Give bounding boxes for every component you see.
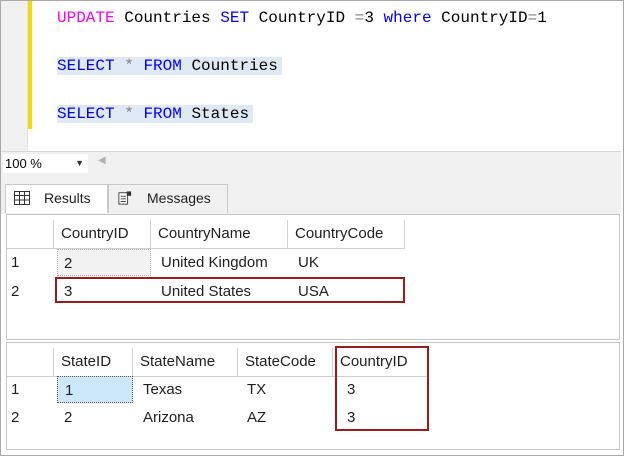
table-name: Countries xyxy=(124,9,211,27)
operator: = xyxy=(527,9,538,27)
table-cell[interactable]: United Kingdom xyxy=(161,249,268,276)
zoom-dropdown[interactable]: 100 % ▼ xyxy=(3,154,88,173)
zoom-value: 100 % xyxy=(5,156,42,171)
value: 3 xyxy=(364,9,374,27)
column-header-label: CountryID xyxy=(61,225,129,242)
highlight-box xyxy=(55,277,405,303)
column-header-label: CountryCode xyxy=(295,225,384,242)
table-cell[interactable]: TX xyxy=(247,376,266,403)
column-name: CountryID xyxy=(258,9,346,27)
column-header[interactable]: StateID xyxy=(54,348,133,377)
operator: = xyxy=(354,9,365,27)
results-grid-states[interactable]: StateID StateName StateCode CountryID 1 … xyxy=(6,342,620,450)
results-tabs: Results Messages xyxy=(1,176,621,214)
table-cell-selected[interactable]: 1 xyxy=(57,376,133,403)
tab-messages-label: Messages xyxy=(147,190,211,206)
value: 1 xyxy=(537,9,547,27)
tab-results-label: Results xyxy=(44,190,91,206)
column-name: CountryID xyxy=(441,9,528,27)
row-number[interactable]: 2 xyxy=(11,409,19,426)
table-name: Countries xyxy=(191,57,278,75)
chevron-down-icon[interactable]: ▼ xyxy=(75,154,84,173)
grid-icon xyxy=(14,191,30,205)
editor-gutter xyxy=(1,1,28,151)
row-number[interactable]: 2 xyxy=(11,283,19,300)
code-line-3[interactable]: SELECT * FROM States xyxy=(57,103,254,125)
keyword-from: FROM xyxy=(143,57,182,75)
table-cell[interactable]: UK xyxy=(298,249,319,276)
query-editor[interactable]: UPDATE Countries SET CountryID =3 where … xyxy=(1,1,621,151)
table-cell[interactable]: Texas xyxy=(143,376,182,403)
column-header[interactable]: CountryName xyxy=(151,220,288,249)
table-name: States xyxy=(191,105,250,123)
column-header-label: StateName xyxy=(140,353,216,370)
grid-corner[interactable] xyxy=(7,348,54,377)
table-cell[interactable]: 2 xyxy=(64,404,72,431)
scroll-left-icon[interactable]: ◀ xyxy=(98,155,106,166)
row-number[interactable]: 1 xyxy=(11,254,19,271)
highlight-box xyxy=(335,346,429,431)
column-header[interactable]: StateCode xyxy=(238,348,333,377)
keyword-select: SELECT xyxy=(57,57,115,75)
code-line-1[interactable]: UPDATE Countries SET CountryID =3 where … xyxy=(57,7,547,29)
change-marker xyxy=(28,1,32,129)
grid-corner[interactable] xyxy=(7,220,54,249)
keyword-where: where xyxy=(383,9,432,27)
column-header[interactable]: StateName xyxy=(133,348,238,377)
keyword-select: SELECT xyxy=(57,105,115,123)
table-cell[interactable]: AZ xyxy=(247,404,266,431)
column-header[interactable]: CountryID xyxy=(54,220,151,249)
tab-messages[interactable]: Messages xyxy=(108,184,228,213)
asterisk: * xyxy=(124,105,134,123)
tab-results[interactable]: Results xyxy=(5,184,108,213)
code-line-2[interactable]: SELECT * FROM Countries xyxy=(57,55,282,77)
messages-icon xyxy=(118,191,132,205)
keyword-set: SET xyxy=(220,9,250,27)
keyword-from: FROM xyxy=(143,105,182,123)
results-grid-countries[interactable]: CountryID CountryName CountryCode 1 2 Un… xyxy=(6,214,620,340)
column-header-label: StateID xyxy=(61,353,112,370)
column-header-label: CountryName xyxy=(158,225,251,242)
row-number[interactable]: 1 xyxy=(11,381,19,398)
table-cell[interactable]: 2 xyxy=(57,249,151,276)
column-header[interactable]: CountryCode xyxy=(288,220,405,249)
zoom-bar: 100 % ▼ ◀ xyxy=(1,151,621,177)
column-header-label: StateCode xyxy=(245,353,316,370)
asterisk: * xyxy=(124,57,134,75)
table-cell[interactable]: Arizona xyxy=(143,404,194,431)
keyword-update: UPDATE xyxy=(57,9,115,27)
